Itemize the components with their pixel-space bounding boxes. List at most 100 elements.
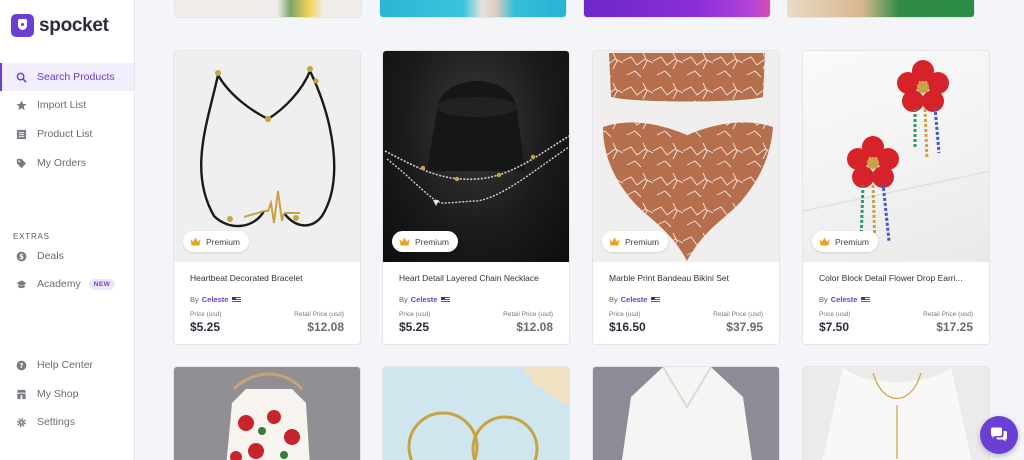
logo[interactable]: spocket <box>11 14 109 37</box>
gear-icon <box>16 417 27 428</box>
nav-my-shop[interactable]: My Shop <box>0 380 134 408</box>
nav-label: Settings <box>37 416 75 428</box>
us-flag-icon <box>861 296 871 303</box>
crown-icon <box>399 237 410 246</box>
product-name[interactable]: Heartbeat Decorated Bracelet <box>190 273 344 283</box>
price-value: $5.25 <box>399 320 430 334</box>
shop-icon <box>16 389 27 400</box>
premium-label: Premium <box>206 236 241 247</box>
product-seller: By Celeste <box>399 295 553 304</box>
product-name[interactable]: Marble Print Bandeau Bikini Set <box>609 273 763 283</box>
nav-label: Import List <box>37 99 87 111</box>
svg-text:?: ? <box>20 361 24 369</box>
product-card[interactable]: Premium Heart Detail Layered Chain Neckl… <box>382 50 570 345</box>
us-flag-icon <box>441 296 451 303</box>
product-image <box>174 367 360 460</box>
star-icon <box>16 99 27 111</box>
nav-label: Product List <box>37 128 93 140</box>
seller-link[interactable]: Celeste <box>202 295 229 304</box>
nav-help-center[interactable]: ? Help Center <box>0 351 134 379</box>
product-card-partial[interactable] <box>592 366 780 460</box>
us-flag-icon <box>651 296 661 303</box>
premium-badge: Premium <box>812 231 879 252</box>
product-image <box>803 367 989 460</box>
price-row: Price (usd) $16.50 Retail Price (usd) $37.… <box>609 311 763 334</box>
product-card-partial[interactable] <box>379 0 567 18</box>
product-card-partial[interactable] <box>787 0 975 18</box>
nav-label: My Shop <box>37 388 79 400</box>
by-label: By <box>190 295 199 304</box>
retail-label: Retail Price (usd) <box>294 311 344 318</box>
nav-product-list[interactable]: Product List <box>0 120 134 148</box>
product-card-partial[interactable] <box>174 0 362 18</box>
product-image <box>383 367 569 460</box>
retail-label: Retail Price (usd) <box>713 311 763 318</box>
product-image: Premium <box>383 51 569 262</box>
retail-block: Retail Price (usd) $17.25 <box>923 311 973 334</box>
seller-link[interactable]: Celeste <box>831 295 858 304</box>
nav-label: Search Products <box>37 71 115 83</box>
nav-search-products[interactable]: Search Products <box>0 63 134 91</box>
seller-link[interactable]: Celeste <box>411 295 438 304</box>
product-card[interactable]: Premium Heartbeat Decorated Bracelet By C… <box>173 50 361 345</box>
search-icon <box>16 72 27 83</box>
help-icon: ? <box>16 360 27 371</box>
academy-icon <box>16 279 27 290</box>
product-card[interactable]: Premium Color Block Detail Flower Drop E… <box>802 50 990 345</box>
tag-icon <box>16 158 27 169</box>
price-value: $16.50 <box>609 320 646 334</box>
product-card-partial[interactable] <box>173 366 361 460</box>
product-card[interactable]: Premium Marble Print Bandeau Bikini Set … <box>592 50 780 345</box>
retail-block: Retail Price (usd) $12.08 <box>294 311 344 334</box>
product-info: Marble Print Bandeau Bikini Set By Celest… <box>593 262 779 344</box>
premium-badge: Premium <box>183 231 250 252</box>
product-card-partial[interactable] <box>583 0 771 18</box>
product-image: Premium <box>174 51 360 262</box>
product-image <box>788 0 974 17</box>
chat-button[interactable] <box>980 416 1018 454</box>
seller-link[interactable]: Celeste <box>621 295 648 304</box>
price-block: Price (usd) $16.50 <box>609 311 646 334</box>
product-card-partial[interactable] <box>802 366 990 460</box>
product-name[interactable]: Heart Detail Layered Chain Necklace <box>399 273 553 283</box>
nav-settings[interactable]: Settings <box>0 408 134 436</box>
product-image: Premium <box>803 51 989 262</box>
new-badge: NEW <box>88 278 116 290</box>
chat-icon <box>991 427 1007 442</box>
product-image <box>380 0 566 17</box>
by-label: By <box>399 295 408 304</box>
retail-block: Retail Price (usd) $37.95 <box>713 311 763 334</box>
nav-my-orders[interactable]: My Orders <box>0 149 134 177</box>
product-image: Premium <box>593 51 779 262</box>
product-name[interactable]: Color Block Detail Flower Drop Earri... <box>819 273 973 283</box>
product-card-partial[interactable] <box>382 366 570 460</box>
price-row: Price (usd) $5.25 Retail Price (usd) $12.0… <box>399 311 553 334</box>
product-info: Heartbeat Decorated Bracelet By Celeste P… <box>174 262 360 344</box>
retail-block: Retail Price (usd) $12.08 <box>503 311 553 334</box>
premium-badge: Premium <box>602 231 669 252</box>
nav-academy[interactable]: Academy NEW <box>0 270 134 298</box>
nav-deals[interactable]: $ Deals <box>0 242 134 270</box>
nav-import-list[interactable]: Import List <box>0 91 134 119</box>
us-flag-icon <box>232 296 242 303</box>
retail-value: $12.08 <box>307 320 344 334</box>
price-value: $5.25 <box>190 320 221 334</box>
crown-icon <box>609 237 620 246</box>
product-image <box>175 0 361 17</box>
extras-heading: EXTRAS <box>13 232 50 241</box>
retail-value: $12.08 <box>516 320 553 334</box>
price-row: Price (usd) $7.50 Retail Price (usd) $17.2… <box>819 311 973 334</box>
retail-label: Retail Price (usd) <box>923 311 973 318</box>
premium-label: Premium <box>415 236 450 247</box>
logo-text: spocket <box>39 14 109 36</box>
product-seller: By Celeste <box>819 295 973 304</box>
retail-label: Retail Price (usd) <box>503 311 553 318</box>
list-icon <box>16 129 27 140</box>
product-grid: Premium Heartbeat Decorated Bracelet By C… <box>136 0 1024 460</box>
price-row: Price (usd) $5.25 Retail Price (usd) $12.0… <box>190 311 344 334</box>
price-value: $7.50 <box>819 320 850 334</box>
retail-value: $17.25 <box>936 320 973 334</box>
premium-label: Premium <box>835 236 870 247</box>
nav-label: My Orders <box>37 157 87 169</box>
by-label: By <box>819 295 828 304</box>
